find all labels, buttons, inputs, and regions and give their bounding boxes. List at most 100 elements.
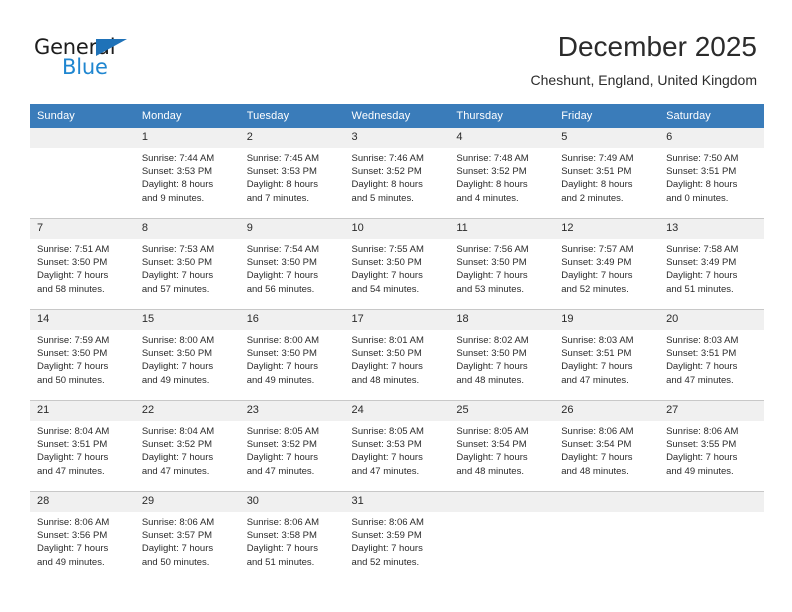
daylight-text-line1: Daylight: 7 hours bbox=[246, 361, 318, 373]
calendar-day-cell[interactable]: 27 Sunrise: 8:06 AM Sunset: 3:55 PM Dayligh… bbox=[659, 400, 764, 492]
day-details: Sunrise: 8:06 AM Sunset: 3:59 PM Daylight:… bbox=[345, 512, 450, 569]
calendar-day-cell[interactable]: 25 Sunrise: 8:05 AM Sunset: 3:54 PM Dayligh… bbox=[449, 400, 555, 492]
daylight-text-line1: Daylight: 7 hours bbox=[37, 452, 109, 464]
calendar-day-cell[interactable]: 2 Sunrise: 7:45 AM Sunset: 3:53 PM Daylight… bbox=[239, 128, 345, 219]
calendar-day-cell[interactable]: 13 Sunrise: 7:58 AM Sunset: 3:49 PM Dayligh… bbox=[659, 218, 764, 310]
calendar-cell-empty bbox=[449, 491, 555, 582]
sunset-text: Sunset: 3:49 PM bbox=[666, 257, 737, 269]
calendar-day-cell[interactable]: 12 Sunrise: 7:57 AM Sunset: 3:49 PM Dayligh… bbox=[554, 218, 660, 310]
calendar-day-cell[interactable]: 6 Sunrise: 7:50 AM Sunset: 3:51 PM Daylight… bbox=[659, 128, 764, 219]
calendar-day-cell[interactable]: 21 Sunrise: 8:04 AM Sunset: 3:51 PM Dayligh… bbox=[30, 400, 135, 492]
daylight-text-line1: Daylight: 7 hours bbox=[141, 361, 214, 373]
generalblue-logo[interactable]: General Blue bbox=[34, 36, 184, 82]
day-details: Sunrise: 8:01 AM Sunset: 3:50 PM Daylight:… bbox=[345, 330, 450, 387]
sunset-text: Sunset: 3:50 PM bbox=[141, 257, 213, 269]
sunset-text: Sunset: 3:58 PM bbox=[246, 530, 317, 542]
day-number: 31 bbox=[344, 492, 450, 512]
day-details: Sunrise: 7:55 AM Sunset: 3:50 PM Daylight:… bbox=[345, 239, 450, 296]
sunrise-text: Sunrise: 7:55 AM bbox=[351, 244, 424, 255]
calendar-day-cell[interactable]: 29 Sunrise: 8:06 AM Sunset: 3:57 PM Dayligh… bbox=[134, 491, 240, 582]
daylight-text-line1: Daylight: 7 hours bbox=[351, 452, 423, 464]
day-details: Sunrise: 7:50 AM Sunset: 3:51 PM Daylight:… bbox=[659, 148, 764, 205]
calendar-day-cell[interactable]: 5 Sunrise: 7:49 AM Sunset: 3:51 PM Daylight… bbox=[554, 128, 660, 219]
day-number: 14 bbox=[30, 310, 135, 330]
calendar-day-cell[interactable]: 18 Sunrise: 8:02 AM Sunset: 3:50 PM Dayligh… bbox=[449, 309, 555, 401]
sunset-text: Sunset: 3:53 PM bbox=[141, 166, 213, 178]
day-number: 11 bbox=[449, 219, 555, 239]
sunrise-text: Sunrise: 8:05 AM bbox=[456, 426, 529, 437]
daylight-text-line2: and 58 minutes. bbox=[37, 283, 105, 295]
day-details: Sunrise: 7:53 AM Sunset: 3:50 PM Daylight:… bbox=[135, 239, 240, 296]
sunset-text: Sunset: 3:50 PM bbox=[456, 348, 527, 360]
daylight-text-line1: Daylight: 7 hours bbox=[351, 270, 423, 282]
daylight-text-line2: and 48 minutes. bbox=[561, 465, 629, 477]
calendar-day-cell[interactable]: 1 Sunrise: 7:44 AM Sunset: 3:53 PM Daylight… bbox=[134, 128, 240, 219]
daylight-text-line1: Daylight: 7 hours bbox=[37, 361, 109, 373]
sunrise-text: Sunrise: 8:03 AM bbox=[666, 335, 739, 346]
daylight-text-line2: and 53 minutes. bbox=[456, 283, 524, 295]
calendar-grid: Sunday Monday Tuesday Wednesday Thursday Frid… bbox=[30, 104, 764, 582]
weekday-header-wednesday: Wednesday bbox=[344, 104, 450, 128]
day-number: 5 bbox=[554, 128, 660, 148]
sunrise-text: Sunrise: 8:04 AM bbox=[37, 426, 110, 437]
calendar-day-cell[interactable]: 17 Sunrise: 8:01 AM Sunset: 3:50 PM Dayligh… bbox=[344, 309, 450, 401]
daylight-text-line1: Daylight: 7 hours bbox=[666, 452, 738, 464]
sunset-text: Sunset: 3:59 PM bbox=[351, 530, 422, 542]
daylight-text-line1: Daylight: 7 hours bbox=[246, 270, 318, 282]
sunrise-text: Sunrise: 7:59 AM bbox=[37, 335, 110, 346]
calendar-page: General Blue December 2025 Cheshunt, Eng… bbox=[0, 0, 792, 612]
calendar-day-cell[interactable]: 3 Sunrise: 7:46 AM Sunset: 3:52 PM Daylight… bbox=[344, 128, 450, 219]
sunset-text: Sunset: 3:50 PM bbox=[37, 348, 108, 360]
calendar-day-cell[interactable]: 14 Sunrise: 7:59 AM Sunset: 3:50 PM Dayligh… bbox=[30, 309, 135, 401]
calendar-body: 1 Sunrise: 7:44 AM Sunset: 3:53 PM Daylight… bbox=[30, 128, 764, 582]
calendar-day-cell[interactable]: 11 Sunrise: 7:56 AM Sunset: 3:50 PM Dayligh… bbox=[449, 218, 555, 310]
day-number: 29 bbox=[134, 492, 240, 512]
daylight-text-line2: and 49 minutes. bbox=[246, 374, 315, 386]
day-number: 1 bbox=[134, 128, 240, 148]
sunset-text: Sunset: 3:53 PM bbox=[351, 439, 422, 451]
calendar-day-cell[interactable]: 23 Sunrise: 8:05 AM Sunset: 3:52 PM Dayligh… bbox=[239, 400, 345, 492]
sunset-text: Sunset: 3:56 PM bbox=[37, 530, 108, 542]
day-number: 19 bbox=[554, 310, 660, 330]
sunset-text: Sunset: 3:50 PM bbox=[351, 257, 422, 269]
calendar-cell-empty bbox=[554, 491, 660, 582]
day-details: Sunrise: 7:59 AM Sunset: 3:50 PM Daylight:… bbox=[30, 330, 135, 387]
sunset-text: Sunset: 3:49 PM bbox=[561, 257, 632, 269]
sunrise-text: Sunrise: 7:56 AM bbox=[456, 244, 529, 255]
sunset-text: Sunset: 3:50 PM bbox=[37, 257, 108, 269]
day-number: 27 bbox=[659, 401, 764, 421]
daylight-text-line2: and 49 minutes. bbox=[37, 556, 105, 568]
calendar-week-row: 14 Sunrise: 7:59 AM Sunset: 3:50 PM Dayligh… bbox=[30, 309, 764, 401]
calendar-day-cell[interactable]: 9 Sunrise: 7:54 AM Sunset: 3:50 PM Daylight… bbox=[239, 218, 345, 310]
day-number bbox=[659, 492, 764, 512]
sunrise-text: Sunrise: 8:06 AM bbox=[37, 517, 110, 528]
day-details: Sunrise: 8:06 AM Sunset: 3:55 PM Daylight:… bbox=[659, 421, 764, 478]
calendar-day-cell[interactable]: 26 Sunrise: 8:06 AM Sunset: 3:54 PM Dayligh… bbox=[554, 400, 660, 492]
calendar-day-cell[interactable]: 24 Sunrise: 8:05 AM Sunset: 3:53 PM Dayligh… bbox=[344, 400, 450, 492]
day-number bbox=[30, 128, 135, 148]
day-details: Sunrise: 8:00 AM Sunset: 3:50 PM Daylight:… bbox=[240, 330, 345, 387]
calendar-day-cell[interactable]: 31 Sunrise: 8:06 AM Sunset: 3:59 PM Dayligh… bbox=[344, 491, 450, 582]
day-details: Sunrise: 8:05 AM Sunset: 3:52 PM Daylight:… bbox=[240, 421, 345, 478]
calendar-day-cell[interactable]: 19 Sunrise: 8:03 AM Sunset: 3:51 PM Dayligh… bbox=[554, 309, 660, 401]
calendar-day-cell[interactable]: 20 Sunrise: 8:03 AM Sunset: 3:51 PM Dayligh… bbox=[659, 309, 764, 401]
calendar-day-cell[interactable]: 4 Sunrise: 7:48 AM Sunset: 3:52 PM Daylight… bbox=[449, 128, 555, 219]
calendar-day-cell[interactable]: 30 Sunrise: 8:06 AM Sunset: 3:58 PM Dayligh… bbox=[239, 491, 345, 582]
sunset-text: Sunset: 3:55 PM bbox=[666, 439, 737, 451]
day-number: 16 bbox=[239, 310, 345, 330]
daylight-text-line2: and 54 minutes. bbox=[351, 283, 420, 295]
calendar-day-cell[interactable]: 28 Sunrise: 8:06 AM Sunset: 3:56 PM Dayligh… bbox=[30, 491, 135, 582]
calendar-day-cell[interactable]: 7 Sunrise: 7:51 AM Sunset: 3:50 PM Daylight… bbox=[30, 218, 135, 310]
calendar-day-cell[interactable]: 15 Sunrise: 8:00 AM Sunset: 3:50 PM Dayligh… bbox=[134, 309, 240, 401]
day-number: 21 bbox=[30, 401, 135, 421]
calendar-day-cell[interactable]: 16 Sunrise: 8:00 AM Sunset: 3:50 PM Dayligh… bbox=[239, 309, 345, 401]
sunset-text: Sunset: 3:50 PM bbox=[456, 257, 527, 269]
sunrise-text: Sunrise: 7:44 AM bbox=[141, 153, 215, 164]
day-details: Sunrise: 8:00 AM Sunset: 3:50 PM Daylight:… bbox=[135, 330, 240, 387]
daylight-text-line1: Daylight: 7 hours bbox=[666, 270, 738, 282]
calendar-day-cell[interactable]: 8 Sunrise: 7:53 AM Sunset: 3:50 PM Daylight… bbox=[134, 218, 240, 310]
calendar-day-cell[interactable]: 22 Sunrise: 8:04 AM Sunset: 3:52 PM Dayligh… bbox=[134, 400, 240, 492]
daylight-text-line2: and 57 minutes. bbox=[141, 283, 210, 295]
calendar-day-cell[interactable]: 10 Sunrise: 7:55 AM Sunset: 3:50 PM Dayligh… bbox=[344, 218, 450, 310]
day-details: Sunrise: 8:03 AM Sunset: 3:51 PM Daylight:… bbox=[659, 330, 764, 387]
